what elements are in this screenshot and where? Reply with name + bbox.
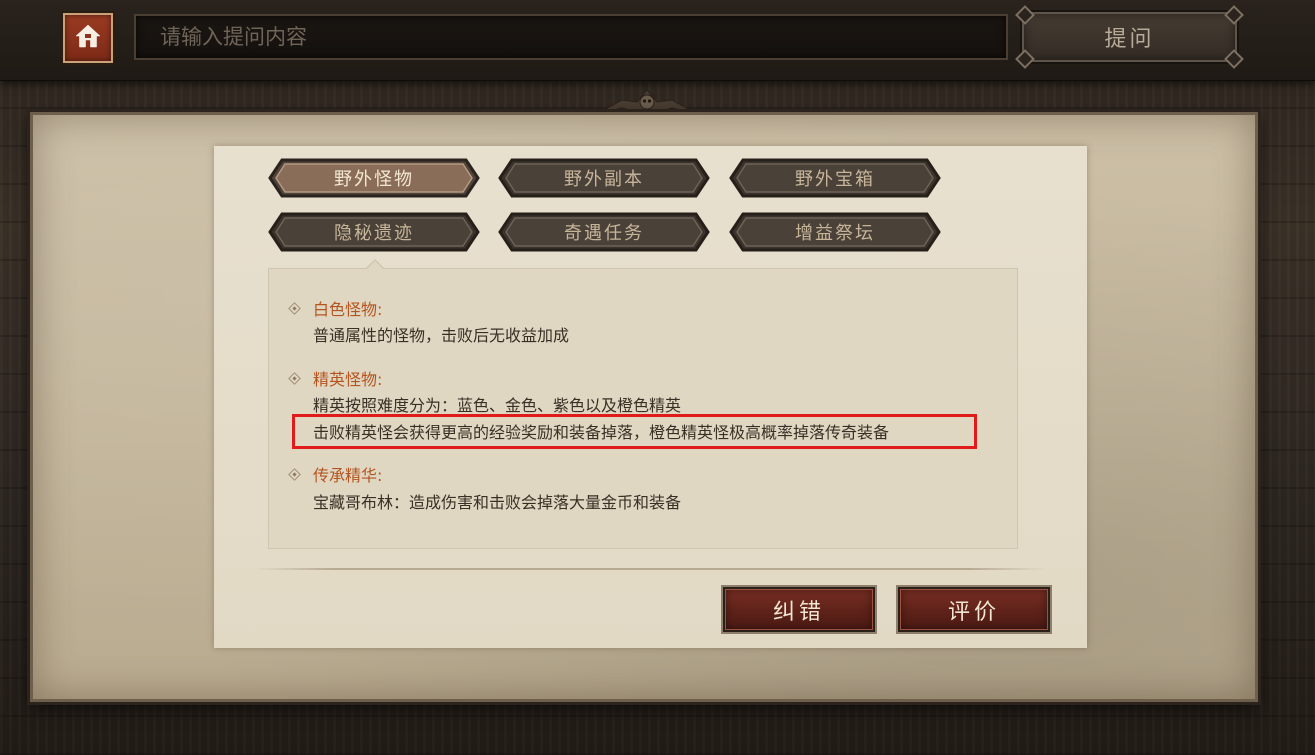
section-text: 精英按照难度分为：蓝色、金色、紫色以及橙色精英 (313, 396, 682, 415)
section-title: 传承精华: (313, 466, 383, 485)
tab-label: 野外怪物 (334, 169, 414, 190)
highlight-box (292, 414, 977, 449)
corner-ornament (1015, 49, 1035, 69)
tab-wild-dungeon[interactable]: 野外副本 (498, 157, 710, 199)
section-title: 白色怪物: (313, 300, 383, 319)
tab-label: 增益祭坛 (795, 223, 875, 244)
ask-button-label: 提问 (1104, 27, 1155, 52)
tab-hidden-ruins[interactable]: 隐秘遗迹 (268, 211, 480, 253)
diamond-bullet-icon (290, 374, 299, 383)
section-text: 宝藏哥布林：造成伤害和击败会掉落大量金币和装备 (313, 493, 682, 512)
section-title-white-monster: 白色怪物: (290, 296, 382, 320)
divider (254, 568, 1047, 570)
section-title: 精英怪物: (313, 370, 383, 389)
corner-ornament (1224, 49, 1244, 69)
corner-ornament (1015, 5, 1035, 25)
section-title-heritage-essence: 传承精华: (290, 462, 382, 486)
tab-buff-altar[interactable]: 增益祭坛 (729, 211, 941, 253)
rate-button[interactable]: 评价 (898, 587, 1050, 632)
home-button[interactable] (63, 13, 113, 63)
top-bar: 提问 (0, 0, 1315, 81)
tab-label: 野外副本 (564, 169, 644, 190)
search-input[interactable] (136, 16, 1006, 58)
tab-pointer-fill (366, 261, 384, 270)
tab-adventure-quest[interactable]: 奇遇任务 (498, 211, 710, 253)
correct-button-label: 纠错 (772, 599, 825, 625)
tab-wild-chest[interactable]: 野外宝箱 (729, 157, 941, 199)
corner-ornament (1224, 5, 1244, 25)
tab-label: 野外宝箱 (795, 169, 875, 190)
ask-button[interactable]: 提问 (1015, 5, 1244, 69)
tab-wild-monsters[interactable]: 野外怪物 (268, 157, 480, 199)
diamond-bullet-icon (290, 304, 299, 313)
search-box (134, 14, 1008, 60)
diamond-bullet-icon (290, 470, 299, 479)
home-icon (75, 24, 101, 52)
section-text: 普通属性的怪物，击败后无收益加成 (313, 326, 570, 345)
tab-label: 隐秘遗迹 (334, 223, 414, 244)
section-title-elite-monster: 精英怪物: (290, 366, 382, 390)
rate-button-label: 评价 (947, 599, 1000, 625)
tab-label: 奇遇任务 (564, 223, 644, 244)
correct-button[interactable]: 纠错 (723, 587, 875, 632)
